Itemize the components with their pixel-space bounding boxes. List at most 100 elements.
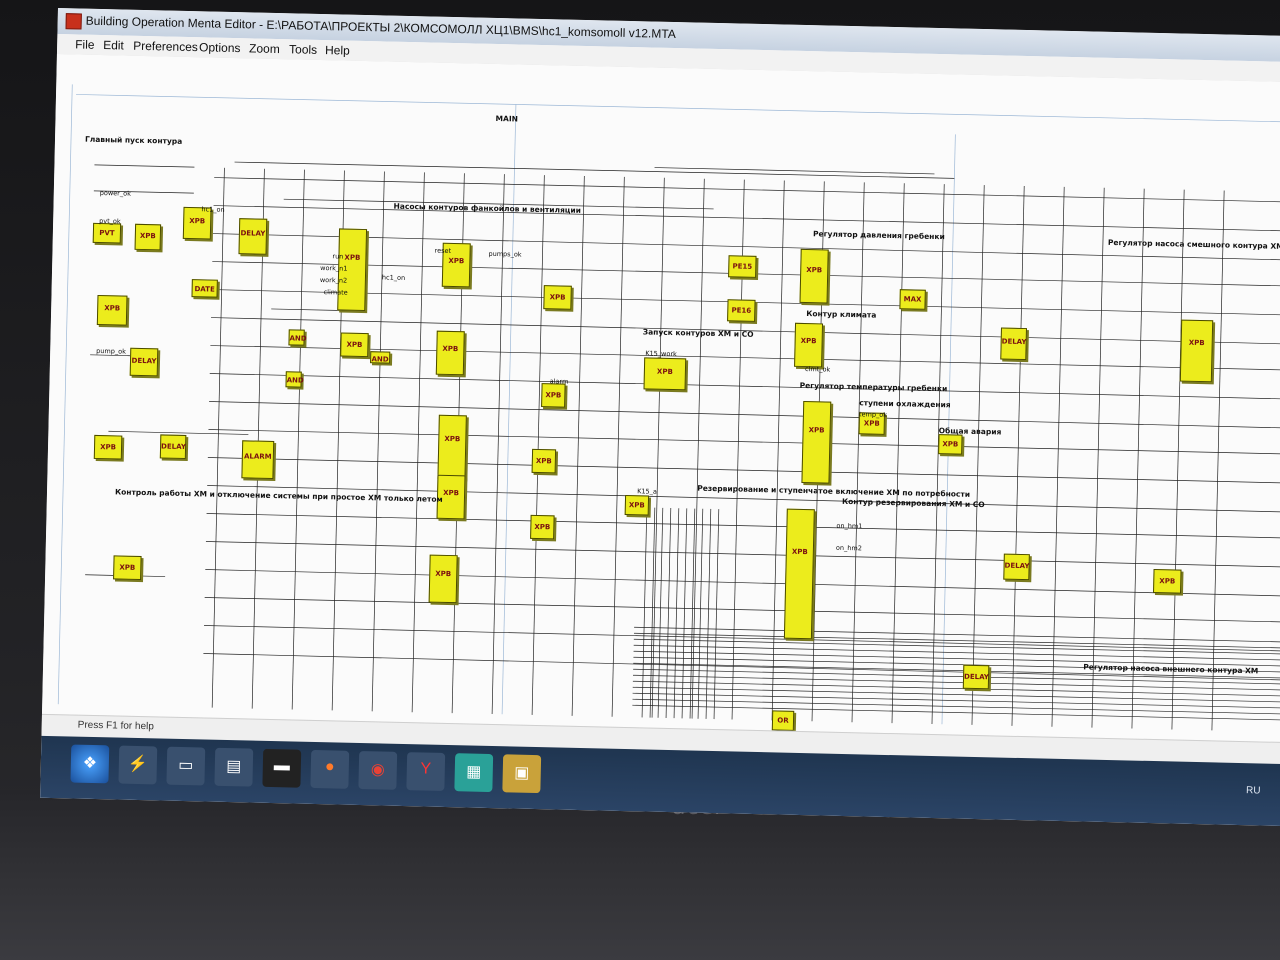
menu-tools[interactable]: Tools (289, 42, 317, 57)
function-block[interactable]: XPB (93, 434, 123, 460)
wire (633, 638, 1280, 655)
section-header: MAIN (495, 113, 519, 124)
wire (654, 167, 935, 175)
function-block-label: DELAY (240, 229, 266, 238)
function-block[interactable]: AND (288, 329, 307, 346)
menu-file[interactable]: File (75, 37, 95, 51)
function-block[interactable]: XPB (801, 401, 832, 484)
taskbar-terminal[interactable]: ▬ (262, 748, 302, 788)
function-block[interactable]: XPB (1179, 319, 1214, 383)
function-block[interactable]: XPB (794, 322, 824, 368)
taskbar-menta[interactable]: ▣ (502, 754, 542, 794)
function-block-label: XPB (808, 426, 825, 435)
function-block-label: XPB (656, 367, 673, 377)
function-block-label: XPB (139, 232, 156, 241)
taskbar-ftp[interactable]: ⚡ (118, 745, 158, 785)
function-block[interactable]: XPB (428, 554, 458, 604)
function-block[interactable]: XPB (113, 555, 142, 581)
port-label: clmt_ok (804, 365, 831, 374)
function-block[interactable]: ALARM (241, 440, 275, 480)
function-block[interactable]: DELAY (129, 347, 159, 377)
function-block[interactable]: XPB (783, 508, 815, 640)
function-block[interactable]: DELAY (1000, 327, 1027, 361)
screen: Building Operation Menta Editor - E:\РАБ… (40, 8, 1280, 827)
function-block-label: XPB (535, 456, 552, 465)
wire (291, 169, 305, 710)
function-block[interactable]: DELAY (962, 664, 990, 690)
function-block[interactable]: XPB (437, 414, 467, 480)
function-block[interactable]: XPB (531, 448, 557, 474)
function-block-label: XPB (100, 442, 117, 452)
wire (207, 457, 1280, 484)
diagram-canvas[interactable]: XPB DELAY PVT XPB DATE XPB DELAY XPB DELAY ALARM X… (41, 53, 1280, 743)
network-icon: ▦ (466, 763, 482, 781)
port-label: work_n1 (320, 264, 348, 273)
taskbar-firefox[interactable]: ● (310, 749, 350, 789)
wire (632, 698, 1280, 715)
chrome-icon: ◉ (370, 761, 385, 779)
function-block-label: XPB (435, 569, 452, 578)
function-block-label: XPB (104, 304, 121, 313)
function-block[interactable]: PVT (92, 222, 122, 244)
function-block[interactable]: XPB (624, 494, 650, 516)
wire (214, 177, 1280, 203)
function-block[interactable]: XPB (530, 514, 555, 540)
wire-layer (57, 84, 1280, 731)
function-block[interactable]: XPB (938, 434, 963, 455)
function-block[interactable]: PE16 (727, 299, 756, 322)
start-button[interactable]: ❖ (70, 744, 110, 784)
wire (531, 175, 545, 715)
function-block[interactable]: DELAY (159, 434, 187, 460)
port-label: reset (434, 246, 452, 255)
function-block[interactable]: AND (370, 351, 391, 364)
menu-edit[interactable]: Edit (103, 38, 124, 52)
function-block-label: XPB (545, 390, 562, 400)
tray-language[interactable]: RU (1246, 785, 1261, 796)
function-block[interactable]: AND (285, 371, 304, 388)
function-block-label: ALARM (243, 452, 272, 461)
function-block[interactable]: OR (771, 710, 795, 731)
function-block[interactable]: XPB (643, 357, 687, 391)
function-block-label: MAX (903, 295, 922, 305)
menu-preferences[interactable]: Preferences (133, 39, 198, 54)
wire (705, 508, 712, 719)
function-block[interactable]: XPB (543, 285, 572, 310)
function-block-label: XPB (791, 548, 808, 557)
wire (632, 692, 1280, 709)
function-block-label: XPB (448, 256, 465, 265)
function-block-label: AND (286, 376, 304, 385)
wire (611, 176, 625, 717)
function-block[interactable]: MAX (899, 289, 926, 310)
function-block-label: XPB (189, 217, 206, 226)
menu-options[interactable]: Options (199, 40, 241, 55)
function-block[interactable]: XPB (1153, 568, 1182, 594)
taskbar-chrome[interactable]: ◉ (358, 751, 398, 790)
function-block[interactable]: DELAY (1003, 553, 1030, 581)
wire (271, 308, 342, 311)
function-block-label: XPB (444, 434, 461, 443)
function-block[interactable]: XPB (134, 223, 162, 251)
function-block[interactable]: XPB (96, 294, 128, 326)
function-block-label: DELAY (131, 356, 157, 366)
function-block[interactable]: DELAY (238, 218, 268, 255)
function-block[interactable]: XPB (799, 248, 829, 304)
menu-help[interactable]: Help (325, 43, 350, 58)
function-block[interactable]: XPB (541, 383, 566, 408)
wire (665, 508, 672, 718)
wire (208, 429, 1280, 455)
function-block[interactable]: XPB (340, 332, 369, 358)
function-block[interactable]: DATE (191, 279, 218, 298)
taskbar-yandex[interactable]: Y (406, 752, 446, 791)
menu-zoom[interactable]: Zoom (249, 41, 280, 56)
function-block[interactable]: XPB (435, 330, 465, 376)
function-block[interactable]: PE15 (728, 255, 757, 278)
wire (209, 373, 1280, 400)
wire (633, 632, 1280, 649)
wire (632, 686, 1280, 703)
taskbar-explorer[interactable]: ▭ (166, 746, 206, 786)
wire (713, 509, 720, 720)
section-header: Контур климата (806, 309, 877, 320)
function-block-label: XPB (800, 336, 817, 345)
taskbar-network[interactable]: ▦ (454, 753, 494, 793)
taskbar-explorer-2[interactable]: ▤ (214, 747, 254, 787)
